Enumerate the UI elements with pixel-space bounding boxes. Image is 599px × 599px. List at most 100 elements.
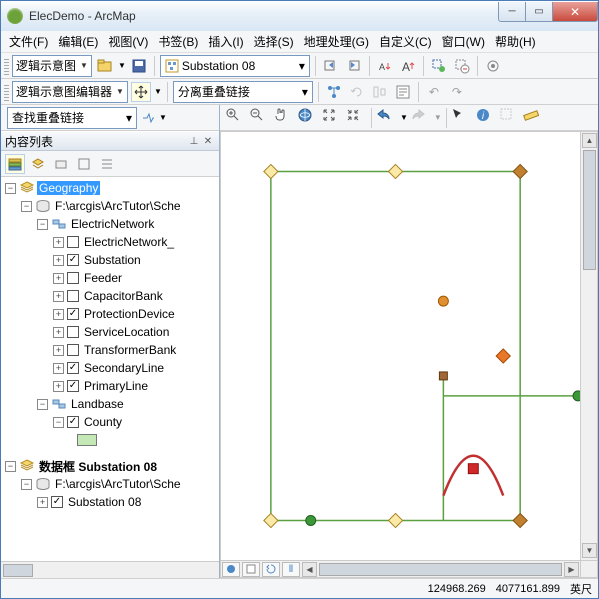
propagate-out-icon[interactable] — [344, 56, 364, 76]
group-landbase[interactable]: Landbase — [69, 397, 126, 411]
expand-icon[interactable]: + — [53, 345, 64, 356]
schematic-menu[interactable]: 逻辑示意图▼ — [12, 55, 92, 77]
expand-icon[interactable]: + — [53, 309, 64, 320]
toc-tree[interactable]: − Geography − F:\arcgis\ArcTutor\Sche − … — [1, 177, 219, 561]
checkbox[interactable] — [67, 290, 79, 302]
checkbox[interactable]: ✓ — [51, 496, 63, 508]
symbol-swatch[interactable] — [77, 434, 97, 446]
layer-item[interactable]: Substation 08 — [66, 495, 143, 509]
expand-icon[interactable]: + — [53, 255, 64, 266]
list-by-selection-icon[interactable] — [74, 154, 94, 174]
collapse-icon[interactable]: − — [37, 399, 48, 410]
menu-bookmarks[interactable]: 书签(B) — [154, 31, 202, 52]
checkbox[interactable]: ✓ — [67, 362, 79, 374]
layer-item[interactable]: PrimaryLine — [82, 379, 150, 393]
collapse-icon[interactable]: − — [5, 461, 16, 472]
select-features-icon[interactable] — [451, 107, 473, 129]
dropdown-arrow-icon[interactable]: ▼ — [118, 61, 126, 70]
checkbox[interactable]: ✓ — [67, 308, 79, 320]
checkbox[interactable] — [67, 272, 79, 284]
layer-item[interactable]: TransformerBank — [82, 343, 178, 357]
gdb-path[interactable]: F:\arcgis\ArcTutor\Sche — [53, 477, 183, 491]
minimize-button[interactable]: ─ — [498, 2, 526, 22]
checkbox[interactable]: ✓ — [67, 380, 79, 392]
zoom-out-icon[interactable] — [249, 107, 271, 129]
dropdown-arrow-icon[interactable]: ▼ — [434, 113, 442, 122]
increase-symbol-icon[interactable]: A — [398, 56, 418, 76]
dropdown-arrow-icon[interactable]: ▼ — [159, 113, 167, 122]
collapse-icon[interactable]: − — [21, 479, 32, 490]
redo-edit-icon[interactable]: ↷ — [447, 82, 467, 102]
titlebar[interactable]: ElecDemo - ArcMap ─ ▭ ✕ — [1, 1, 598, 31]
layout-run-icon[interactable] — [324, 82, 344, 102]
menu-customize[interactable]: 自定义(C) — [375, 31, 436, 52]
checkbox[interactable]: ✓ — [67, 254, 79, 266]
menu-edit[interactable]: 编辑(E) — [54, 31, 102, 52]
checkbox[interactable]: ✓ — [67, 416, 79, 428]
layer-item[interactable]: ServiceLocation — [82, 325, 171, 339]
close-panel-icon[interactable]: ✕ — [201, 134, 215, 148]
checkbox[interactable] — [67, 326, 79, 338]
identify-icon[interactable]: i — [475, 107, 497, 129]
collapse-icon[interactable]: − — [5, 183, 16, 194]
refresh-icon[interactable] — [262, 562, 280, 577]
clear-selection-icon[interactable] — [499, 107, 521, 129]
dropdown-arrow-icon[interactable]: ▼ — [400, 113, 408, 122]
pause-drawing-icon[interactable]: Ⅱ — [282, 562, 300, 577]
list-by-visibility-icon[interactable] — [51, 154, 71, 174]
select-schematic-icon[interactable] — [429, 56, 449, 76]
dataframe-substation08[interactable]: 数据框 Substation 08 — [37, 458, 159, 475]
full-extent-icon[interactable] — [297, 107, 319, 129]
editor-menu[interactable]: 逻辑示意图编辑器▼ — [12, 81, 128, 103]
fixed-zoom-in-icon[interactable] — [321, 107, 343, 129]
expand-icon[interactable]: + — [53, 291, 64, 302]
diagram-combo[interactable]: Substation 08 ▾ — [160, 55, 310, 77]
layer-item[interactable]: County — [82, 415, 124, 429]
edit-move-icon[interactable] — [131, 82, 151, 102]
menu-window[interactable]: 窗口(W) — [438, 31, 489, 52]
layout-task-combo[interactable]: 分离重叠链接▾ — [173, 81, 313, 103]
expand-icon[interactable]: + — [53, 237, 64, 248]
overlap-combo[interactable]: 查找重叠链接▾ — [7, 107, 137, 129]
toolbar-grip[interactable] — [4, 83, 9, 101]
measure-icon[interactable] — [523, 107, 545, 129]
menu-insert[interactable]: 插入(I) — [204, 31, 247, 52]
pin-icon[interactable]: ⊥ — [187, 134, 201, 148]
run-overlap-icon[interactable] — [140, 110, 156, 126]
decrease-symbol-icon[interactable]: A — [375, 56, 395, 76]
menu-file[interactable]: 文件(F) — [5, 31, 52, 52]
undo-edit-icon[interactable]: ↶ — [424, 82, 444, 102]
pan-icon[interactable] — [273, 107, 295, 129]
layer-item[interactable]: ProtectionDevice — [82, 307, 177, 321]
expand-icon[interactable]: + — [53, 363, 64, 374]
toc-options-icon[interactable] — [97, 154, 117, 174]
checkbox[interactable] — [67, 236, 79, 248]
propagate-in-icon[interactable] — [321, 56, 341, 76]
options-gear-icon[interactable] — [483, 56, 503, 76]
list-by-source-icon[interactable] — [28, 154, 48, 174]
checkbox[interactable] — [67, 344, 79, 356]
layer-item[interactable]: Substation — [82, 253, 143, 267]
layer-item[interactable]: SecondaryLine — [82, 361, 166, 375]
map-canvas[interactable] — [221, 132, 580, 560]
save-diagram-icon[interactable] — [129, 56, 149, 76]
list-by-drawing-icon[interactable] — [5, 154, 25, 174]
align-icon[interactable] — [370, 82, 390, 102]
zoom-in-icon[interactable] — [225, 107, 247, 129]
menu-help[interactable]: 帮助(H) — [491, 31, 540, 52]
layout-props-icon[interactable] — [393, 82, 413, 102]
rotate-selection-icon[interactable] — [347, 82, 367, 102]
layer-item[interactable]: Feeder — [82, 271, 124, 285]
fixed-zoom-out-icon[interactable] — [345, 107, 367, 129]
expand-icon[interactable]: + — [37, 497, 48, 508]
expand-icon[interactable]: + — [53, 273, 64, 284]
clear-selection-icon[interactable] — [452, 56, 472, 76]
forward-extent-icon[interactable] — [410, 107, 432, 129]
back-extent-icon[interactable] — [376, 107, 398, 129]
collapse-icon[interactable]: − — [37, 219, 48, 230]
gdb-path[interactable]: F:\arcgis\ArcTutor\Sche — [53, 199, 183, 213]
layout-view-icon[interactable] — [242, 562, 260, 577]
data-view-icon[interactable] — [222, 562, 240, 577]
toc-hscroll[interactable] — [1, 561, 219, 578]
expand-icon[interactable]: + — [53, 327, 64, 338]
